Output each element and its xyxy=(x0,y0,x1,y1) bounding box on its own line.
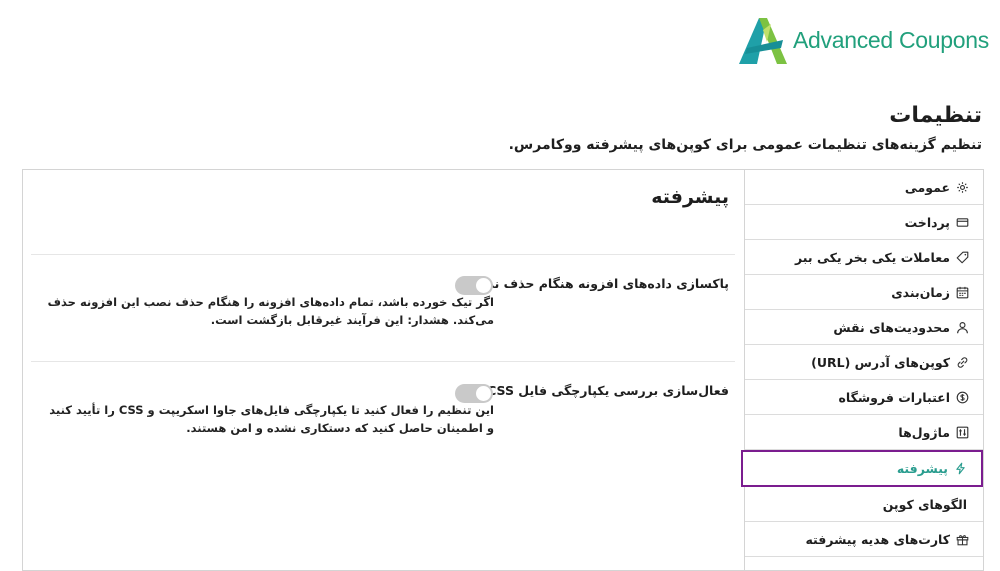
sidebar-item-advanced[interactable]: پیشرفته xyxy=(741,450,983,487)
gear-icon xyxy=(956,181,969,194)
sidebar-item-label: کوپن‌های آدرس (URL) xyxy=(811,354,950,370)
sidebar-item-bogo-deals[interactable]: معاملات یکی بخر یکی ببر xyxy=(745,240,983,275)
sidebar-item-label: محدودیت‌های نقش xyxy=(833,319,950,335)
advanced-coupons-logo: Advanced Coupons xyxy=(737,14,989,66)
sidebar-item-label: زمان‌بندی xyxy=(891,284,950,300)
link-icon xyxy=(956,356,969,369)
sliders-icon xyxy=(956,426,969,439)
settings-content: پیشرفته پاکسازی داده‌های افزونه هنگام حذ… xyxy=(23,170,743,570)
sidebar-item-label: الگوهای کوپن xyxy=(882,496,967,512)
user-icon xyxy=(956,321,969,334)
sidebar-item-url-coupons[interactable]: کوپن‌های آدرس (URL) xyxy=(745,345,983,380)
brand-name: Advanced Coupons xyxy=(793,27,989,53)
toggle-knob xyxy=(476,278,491,293)
file-integrity-check-label: فعال‌سازی بررسی یکپارچگی فایل JS/CSS xyxy=(469,383,729,398)
calendar-icon xyxy=(956,286,969,299)
divider xyxy=(31,254,735,255)
settings-sidebar: عمومی پرداخت معاملات یکی بخر یکی ببر زما… xyxy=(741,170,983,570)
dollar-circle-icon xyxy=(956,391,969,404)
divider xyxy=(31,361,735,362)
clean-data-on-uninstall-description: اگر تیک خورده باشد، تمام داده‌های افزونه… xyxy=(47,295,494,327)
section-title: پیشرفته xyxy=(651,186,729,208)
sidebar-item-label: عمومی xyxy=(904,179,950,195)
sidebar-item-label: کارت‌های هدیه پیشرفته xyxy=(805,531,950,547)
sidebar-item-label: معاملات یکی بخر یکی ببر xyxy=(795,249,950,265)
sidebar-item-role-restrictions[interactable]: محدودیت‌های نقش xyxy=(745,310,983,345)
sidebar-item-label: ماژول‌ها xyxy=(898,424,950,440)
sidebar-item-label: پیشرفته xyxy=(896,461,948,476)
page-title: تنظیمات xyxy=(889,103,982,128)
sidebar-item-modules[interactable]: ماژول‌ها xyxy=(745,415,983,450)
file-integrity-check-description: این تنظیم را فعال کنید تا یکپارچگی فایل‌… xyxy=(49,403,494,435)
advanced-coupons-logo-mark xyxy=(739,18,787,64)
sidebar-item-label: اعتبارات فروشگاه xyxy=(838,389,950,405)
bolt-icon xyxy=(954,462,967,475)
page-subtitle: تنظیم گزینه‌های تنظیمات عمومی برای کوپن‌… xyxy=(508,137,982,153)
tag-icon xyxy=(956,251,969,264)
clean-data-on-uninstall-label: پاکسازی داده‌های افزونه هنگام حذف نصب xyxy=(469,276,729,291)
toggle-knob xyxy=(476,386,491,401)
sidebar-item-general[interactable]: عمومی xyxy=(745,170,983,205)
credit-card-icon xyxy=(956,216,969,229)
sidebar-item-scheduler[interactable]: زمان‌بندی xyxy=(745,275,983,310)
sidebar-item-advanced-gift-cards[interactable]: کارت‌های هدیه پیشرفته xyxy=(745,522,983,557)
gift-icon xyxy=(956,533,969,546)
sidebar-item-store-credits[interactable]: اعتبارات فروشگاه xyxy=(745,380,983,415)
sidebar-item-label: پرداخت xyxy=(904,214,950,230)
settings-panel: عمومی پرداخت معاملات یکی بخر یکی ببر زما… xyxy=(22,169,984,571)
sidebar-item-checkout[interactable]: پرداخت xyxy=(745,205,983,240)
sidebar-item-coupon-templates[interactable]: الگوهای کوپن xyxy=(745,487,983,522)
